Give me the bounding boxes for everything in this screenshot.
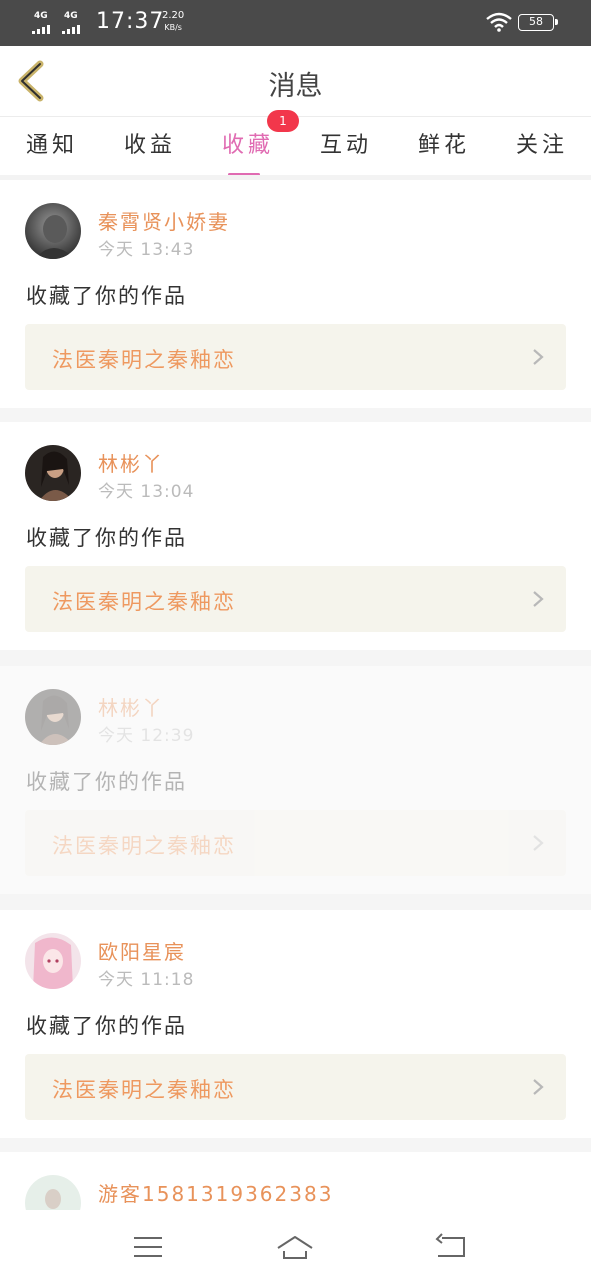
tab-flowers[interactable]: 鲜花 (404, 127, 484, 159)
avatar[interactable] (25, 203, 81, 259)
timestamp: 今天 12:39 (98, 726, 195, 746)
avatar[interactable] (25, 1175, 81, 1210)
network-speed: 2.20 KB/s (162, 10, 185, 32)
chevron-right-icon (533, 835, 544, 851)
timestamp: 今天 11:18 (98, 970, 195, 990)
message-item[interactable]: 欧阳星宸 今天 11:18 收藏了你的作品 法医秦明之秦釉恋 (0, 910, 591, 1138)
work-link[interactable]: 法医秦明之秦釉恋 (25, 324, 566, 390)
message-item[interactable]: 林彬丫 今天 12:39 收藏了你的作品 法医秦明之秦釉恋 (0, 666, 591, 894)
unread-badge: 1 (267, 110, 299, 132)
username[interactable]: 欧阳星宸 (98, 936, 186, 965)
message-item[interactable]: 林彬丫 今天 13:04 收藏了你的作品 法医秦明之秦釉恋 (0, 422, 591, 650)
message-text: 收藏了你的作品 (26, 770, 187, 794)
work-title: 法医秦明之秦釉恋 (52, 834, 236, 858)
tab-interaction[interactable]: 互动 (306, 127, 386, 159)
home-icon[interactable] (275, 1232, 315, 1262)
wifi-icon (486, 12, 512, 32)
battery-icon: 58 (518, 14, 558, 31)
menu-icon[interactable] (128, 1232, 168, 1262)
chevron-right-icon (533, 1079, 544, 1095)
page-title: 消息 (268, 71, 323, 102)
timestamp: 今天 13:04 (98, 482, 195, 502)
avatar[interactable] (25, 445, 81, 501)
message-text: 收藏了你的作品 (26, 284, 187, 308)
tab-favorites-label: 收藏 (221, 133, 274, 158)
clock: 17:37 (96, 9, 165, 34)
work-link[interactable]: 法医秦明之秦釉恋 (25, 1054, 566, 1120)
avatar[interactable] (25, 689, 81, 745)
tab-follow[interactable]: 关注 (502, 127, 582, 159)
username[interactable]: 游客15813193623​83 (98, 1178, 333, 1207)
chevron-right-icon (533, 591, 544, 607)
work-title: 法医秦明之秦釉恋 (52, 590, 236, 614)
work-link[interactable]: 法医秦明之秦釉恋 (25, 810, 566, 876)
work-title: 法医秦明之秦釉恋 (52, 1078, 236, 1102)
system-nav-bar (0, 1210, 591, 1280)
status-bar: 4G 4G 17:37 2.20 KB/s 58 (0, 0, 591, 46)
work-title: 法医秦明之秦釉恋 (52, 348, 236, 372)
username[interactable]: 林彬丫 (98, 448, 164, 477)
username[interactable]: 林彬丫 (98, 692, 164, 721)
message-item[interactable]: 秦霄贤小娇妻 今天 13:43 收藏了你的作品 法医秦明之秦釉恋 (0, 180, 591, 408)
back-nav-icon[interactable] (430, 1232, 470, 1262)
avatar[interactable] (25, 933, 81, 989)
timestamp: 今天 13:43 (98, 240, 195, 260)
chevron-right-icon (533, 349, 544, 365)
work-link[interactable]: 法医秦明之秦釉恋 (25, 566, 566, 632)
message-text: 收藏了你的作品 (26, 1014, 187, 1038)
username[interactable]: 秦霄贤小娇妻 (98, 206, 230, 235)
tab-notice[interactable]: 通知 (12, 127, 92, 159)
message-item[interactable]: 游客15813193623​83 (0, 1152, 591, 1210)
message-text: 收藏了你的作品 (26, 526, 187, 550)
header: 消息 (0, 46, 591, 117)
tab-income[interactable]: 收益 (110, 127, 190, 159)
